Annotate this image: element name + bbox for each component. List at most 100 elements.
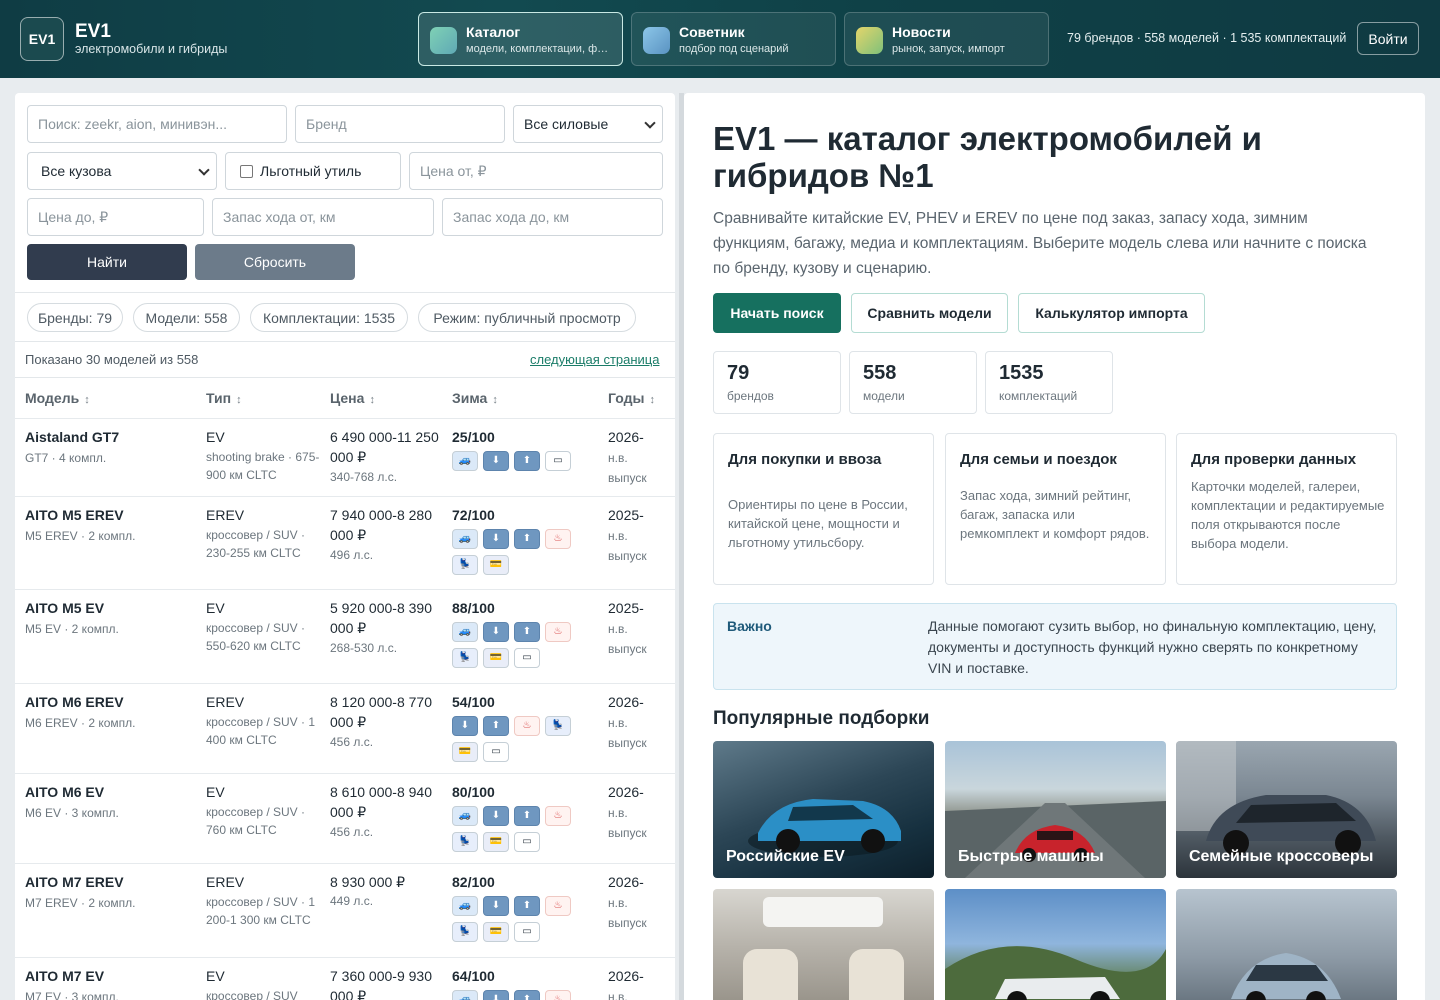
down-feature-icon: ⬇ (483, 806, 509, 826)
seat-feature-icon: 💺 (452, 922, 478, 942)
column-header-model[interactable]: Модель ↕ (25, 390, 90, 406)
price-range: 8 930 000 ₽ (330, 874, 406, 890)
column-header-years[interactable]: Годы ↕ (608, 390, 655, 406)
info-card-text: Ориентиры по цене в России, китайской це… (728, 497, 908, 550)
tab-advisor[interactable]: Советник подбор под сценарий (631, 12, 836, 66)
body-select[interactable]: Все кузова (27, 152, 217, 190)
logo[interactable]: EV1 (20, 17, 64, 61)
import-calculator-button[interactable]: Калькулятор импорта (1018, 293, 1205, 333)
model-year: 2026- (608, 784, 644, 800)
info-card-title: Для покупки и ввоза (728, 451, 882, 468)
car-feature-icon: 🚙 (452, 529, 478, 549)
column-header-type[interactable]: Тип ↕ (206, 390, 242, 406)
next-page-link[interactable]: следующая страница (530, 352, 659, 367)
card-feature-icon: 💳 (483, 832, 509, 852)
column-header-label: Зима (452, 390, 488, 406)
column-header-label: Цена (330, 390, 365, 406)
divider (15, 341, 675, 342)
car-photo (1231, 953, 1341, 1000)
collection-tile-label: Семейные кроссоверы (1189, 848, 1374, 865)
seat-feature-icon: 💺 (452, 832, 478, 852)
price-to-input[interactable]: Цена до, ₽ (27, 198, 204, 236)
winter-feature-icons: 🚙 ⬇ ⬆ ♨ 💺 💳 ▭ (452, 622, 587, 668)
util-checkbox[interactable] (240, 164, 253, 178)
card-feature-icon: 💳 (483, 648, 509, 668)
brand-input[interactable]: Бренд (295, 105, 505, 143)
seat-feature-icon: 💺 (545, 716, 571, 736)
production-status: н.в. выпуск (608, 716, 647, 750)
price-range: 8 610 000-8 940 000 ₽ (330, 784, 432, 820)
tab-catalog-title: Каталог (466, 24, 521, 40)
column-header-winter[interactable]: Зима ↕ (452, 390, 498, 406)
sort-icon: ↕ (369, 394, 375, 406)
power: 449 л.с. (330, 894, 374, 908)
login-button[interactable]: Войти (1357, 22, 1419, 55)
stat-label: комплектаций (999, 389, 1078, 403)
production-status: н.в. (608, 990, 628, 1000)
power: 456 л.с. (330, 735, 374, 749)
model-trims: M5 EV · 2 компл. (25, 622, 119, 636)
production-status: н.в. выпуск (608, 529, 647, 563)
divider (15, 377, 675, 378)
card-feature-icon: 💳 (483, 922, 509, 942)
sort-icon: ↕ (84, 394, 90, 406)
winter-feature-icons: 🚙 ⬇ ⬆ ♨ 💺 💳 (452, 529, 587, 575)
car-feature-icon: 🚙 (452, 896, 478, 916)
powertrain-type: EREV (206, 694, 245, 710)
column-header-label: Модель (25, 390, 80, 406)
collection-tile-label: Быстрые машины (958, 848, 1104, 865)
info-card-text: Карточки моделей, галереи, комплектации … (1191, 479, 1385, 551)
powertrain-select[interactable]: Все силовые (513, 105, 663, 143)
collection-tile-compact[interactable] (1176, 889, 1397, 1000)
price-range: 7 360 000-9 930 000 ₽ (330, 968, 432, 1000)
range-to-input[interactable]: Запас хода до, км (442, 198, 663, 236)
production-status: н.в. выпуск (608, 451, 647, 485)
up-feature-icon: ⬆ (514, 451, 540, 471)
body-and-range: кроссовер / SUV (206, 989, 298, 1000)
car-feature-icon: 🚙 (452, 622, 478, 642)
car-feature-icon: 🚙 (452, 451, 478, 471)
model-name: Aistaland GT7 (25, 429, 120, 445)
range-from-input[interactable]: Запас хода от, км (212, 198, 434, 236)
bat-feature-icon: ▭ (483, 742, 509, 762)
column-header-price[interactable]: Цена ↕ (330, 390, 375, 406)
car-feature-icon: 🚙 (452, 990, 478, 1000)
price-from-input[interactable]: Цена от, ₽ (409, 152, 663, 190)
util-checkbox-field[interactable]: Льготный утиль (225, 152, 401, 190)
winter-feature-icons: 🚙 ⬇ ⬆ ▭ (452, 451, 587, 471)
collection-tile-offroad[interactable] (945, 889, 1166, 1000)
collection-tile-interior[interactable] (713, 889, 934, 1000)
model-name: AITO M7 EREV (25, 874, 124, 890)
brand-name: EV1 (75, 21, 111, 42)
compare-models-button[interactable]: Сравнить модели (851, 293, 1008, 333)
collection-tile-fast-cars[interactable]: Быстрые машины (945, 741, 1166, 878)
up-feature-icon: ⬆ (514, 896, 540, 916)
model-year: 2026- (608, 429, 644, 445)
model-name: AITO M5 EREV (25, 507, 124, 523)
card-feature-icon: 💳 (452, 742, 478, 762)
notice-label: Важно (727, 618, 772, 634)
stat-models: 558 модели (849, 351, 977, 414)
model-name: AITO M6 EV (25, 784, 105, 800)
mode-badge: Режим: публичный просмотр (418, 303, 636, 332)
down-feature-icon: ⬇ (483, 622, 509, 642)
reset-button[interactable]: Сбросить (195, 244, 355, 280)
heat-feature-icon: ♨ (545, 622, 571, 642)
tab-news[interactable]: Новости рынок, запуск, импорт (844, 12, 1049, 66)
util-checkbox-label: Льготный утиль (260, 163, 362, 179)
search-input[interactable]: Поиск: zeekr, aion, минивэн... (27, 105, 287, 143)
up-feature-icon: ⬆ (514, 990, 540, 1000)
info-card-purchase: Для покупки и ввоза Ориентиры по цене в … (713, 433, 934, 585)
price-range: 5 920 000-8 390 000 ₽ (330, 600, 432, 636)
down-feature-icon: ⬇ (452, 716, 478, 736)
model-trims: GT7 · 4 компл. (25, 451, 107, 465)
model-year: 2025- (608, 600, 644, 616)
powertrain-type: EV (206, 784, 225, 800)
seat-feature-icon: 💺 (452, 648, 478, 668)
tab-catalog[interactable]: Каталог модели, комплектации, фото (418, 12, 623, 66)
start-search-button[interactable]: Начать поиск (713, 293, 841, 333)
power: 456 л.с. (330, 825, 374, 839)
find-button[interactable]: Найти (27, 244, 187, 280)
collection-tile-russian-ev[interactable]: Российские EV (713, 741, 934, 878)
collection-tile-family-crossovers[interactable]: Семейные кроссоверы (1176, 741, 1397, 878)
